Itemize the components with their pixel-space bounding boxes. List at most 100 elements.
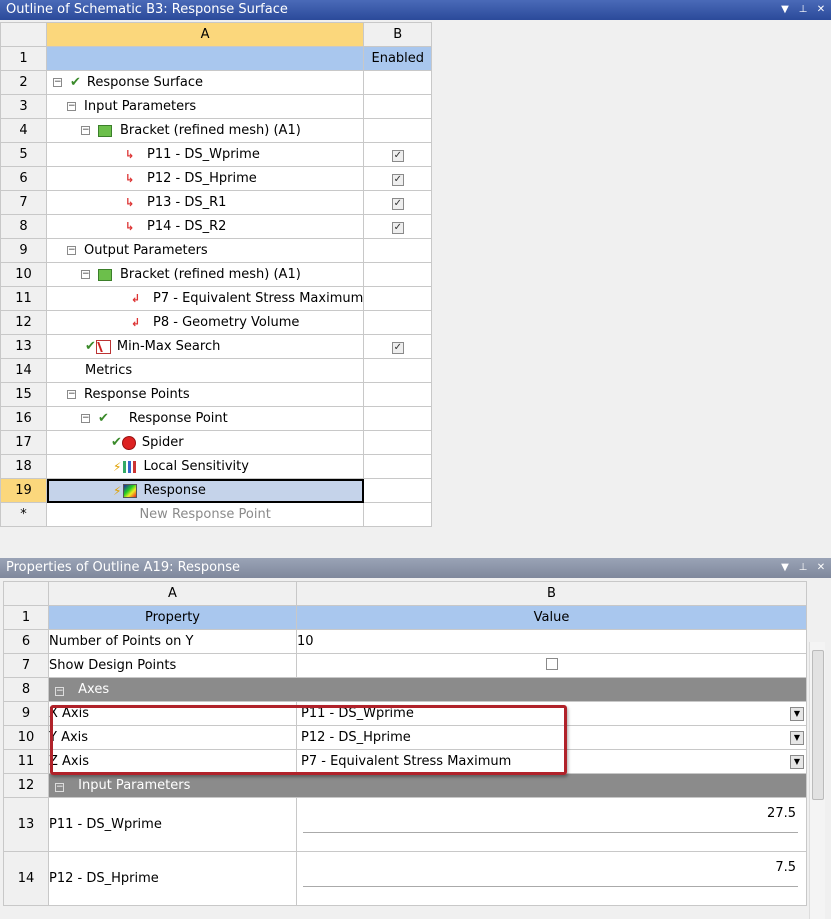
enabled-checkbox[interactable]: ✓ (391, 342, 404, 354)
collapse-icon[interactable]: − (81, 126, 90, 135)
row-number[interactable]: 10 (3, 725, 49, 750)
row-number[interactable]: 15 (0, 382, 47, 407)
row-number[interactable]: 3 (0, 94, 47, 119)
collapse-icon[interactable]: − (81, 414, 90, 423)
column-header-b[interactable]: B (363, 22, 433, 47)
value-header: Value (296, 605, 807, 630)
row-number[interactable]: 4 (0, 118, 47, 143)
tree-item-metrics[interactable]: Metrics (45, 358, 365, 383)
collapse-icon[interactable]: − (67, 102, 76, 111)
enabled-checkbox[interactable]: ✓ (391, 174, 404, 186)
tree-item-label: Response (143, 483, 206, 498)
row-number[interactable]: 8 (0, 214, 47, 239)
pin-icon[interactable]: ⊥ (797, 3, 809, 17)
row-number[interactable]: 13 (0, 334, 47, 359)
row-number[interactable]: 10 (0, 262, 47, 287)
tree-item-p11[interactable]: ↳ P11 - DS_Wprime (45, 142, 365, 167)
group-label: Axes (78, 682, 110, 697)
row-number[interactable]: 9 (3, 701, 49, 726)
row-number[interactable]: 12 (3, 773, 49, 798)
collapse-icon[interactable]: − (55, 687, 64, 696)
enabled-checkbox[interactable]: ✓ (391, 150, 404, 162)
chevron-down-icon[interactable]: ▼ (790, 706, 804, 721)
group-axes[interactable]: − Axes (48, 677, 807, 702)
row-number[interactable]: 8 (3, 677, 49, 702)
tree-item-p14[interactable]: ↳ P14 - DS_R2 (45, 214, 365, 239)
row-number[interactable]: 6 (3, 629, 49, 654)
input-parameter-icon: ↳ (125, 219, 135, 233)
new-response-point-cell[interactable]: New Response Point (45, 502, 365, 527)
slider-track[interactable] (303, 832, 798, 834)
z-axis-select[interactable]: P7 - Equivalent Stress Maximum ▼ (296, 749, 807, 774)
collapse-icon[interactable]: − (81, 270, 90, 279)
tree-item-p8[interactable]: ↲ P8 - Geometry Volume (45, 310, 365, 335)
tree-item-local-sensitivity[interactable]: ⚡ Local Sensitivity (45, 454, 365, 479)
row-number[interactable]: 13 (3, 797, 49, 852)
row-number[interactable]: 7 (0, 190, 47, 215)
tree-item-p12[interactable]: ↳ P12 - DS_Hprime (45, 166, 365, 191)
collapse-icon[interactable]: − (55, 783, 64, 792)
outline-cell (45, 46, 365, 71)
property-header: Property (48, 605, 297, 630)
tree-item-p7[interactable]: ↲ P7 - Equivalent Stress Maximum (45, 286, 365, 311)
tree-item-response-points[interactable]: − Response Points (45, 382, 365, 407)
row-number[interactable]: 14 (0, 358, 47, 383)
tree-item-label: Bracket (refined mesh) (A1) (120, 267, 301, 282)
row-number[interactable]: 5 (0, 142, 47, 167)
show-design-points-checkbox[interactable] (545, 657, 558, 670)
scrollbar-thumb[interactable] (812, 650, 824, 800)
tree-item-bracket-output[interactable]: − Bracket (refined mesh) (A1) (45, 262, 365, 287)
enabled-checkbox[interactable]: ✓ (391, 198, 404, 210)
row-number[interactable]: 2 (0, 70, 47, 95)
chevron-down-icon[interactable]: ▼ (790, 754, 804, 769)
properties-scrollbar[interactable] (809, 642, 825, 919)
slider-track[interactable] (303, 886, 798, 888)
row-number[interactable]: 18 (0, 454, 47, 479)
dropdown-icon[interactable]: ▼ (779, 561, 791, 575)
tree-item-min-max-search[interactable]: ✔ Min-Max Search (45, 334, 365, 359)
row-number[interactable]: 1 (3, 605, 49, 630)
collapse-icon[interactable]: − (53, 78, 62, 87)
row-number[interactable]: * (0, 502, 47, 527)
pin-icon[interactable]: ⊥ (797, 561, 809, 575)
row-number[interactable]: 11 (0, 286, 47, 311)
tree-item-label: Bracket (refined mesh) (A1) (120, 123, 301, 138)
close-icon[interactable]: ✕ (815, 561, 827, 575)
x-axis-select[interactable]: P11 - DS_Wprime ▼ (296, 701, 807, 726)
column-header-a[interactable]: A (48, 581, 297, 606)
row-number[interactable]: 12 (0, 310, 47, 335)
row-number[interactable]: 11 (3, 749, 49, 774)
row-number[interactable]: 14 (3, 851, 49, 906)
input-parameter-icon: ↳ (125, 147, 135, 161)
number-of-points-y-field[interactable]: 10 (296, 629, 807, 654)
collapse-icon[interactable]: − (67, 390, 76, 399)
tree-item-spider[interactable]: ✔ Spider (45, 430, 365, 455)
chevron-down-icon[interactable]: ▼ (790, 730, 804, 745)
close-icon[interactable]: ✕ (815, 3, 827, 17)
row-number[interactable]: 1 (0, 46, 47, 71)
y-axis-select[interactable]: P12 - DS_Hprime ▼ (296, 725, 807, 750)
row-number[interactable]: 9 (0, 238, 47, 263)
tree-item-label: Metrics (85, 363, 133, 378)
tree-item-label: Output Parameters (84, 243, 208, 258)
tree-item-response-point[interactable]: − ✔ Response Point (45, 406, 365, 431)
row-number[interactable]: 17 (0, 430, 47, 455)
min-max-search-icon (95, 339, 111, 354)
tree-item-input-parameters[interactable]: − Input Parameters (45, 94, 365, 119)
column-header-a[interactable]: A (45, 22, 365, 47)
collapse-icon[interactable]: − (67, 246, 76, 255)
tree-item-output-parameters[interactable]: − Output Parameters (45, 238, 365, 263)
tree-item-response[interactable]: ⚡ Response (45, 478, 365, 503)
tree-item-response-surface[interactable]: − ✔ Response Surface (45, 70, 365, 95)
dropdown-icon[interactable]: ▼ (779, 3, 791, 17)
enabled-checkbox[interactable]: ✓ (391, 222, 404, 234)
row-number[interactable]: 7 (3, 653, 49, 678)
tree-item-p13[interactable]: ↳ P13 - DS_R1 (45, 190, 365, 215)
row-number[interactable]: 6 (0, 166, 47, 191)
corner-cell (0, 22, 47, 47)
row-number[interactable]: 19 (0, 478, 47, 503)
column-header-b[interactable]: B (296, 581, 807, 606)
tree-item-bracket-input[interactable]: − Bracket (refined mesh) (A1) (45, 118, 365, 143)
row-number[interactable]: 16 (0, 406, 47, 431)
group-input-parameters[interactable]: − Input Parameters (48, 773, 807, 798)
